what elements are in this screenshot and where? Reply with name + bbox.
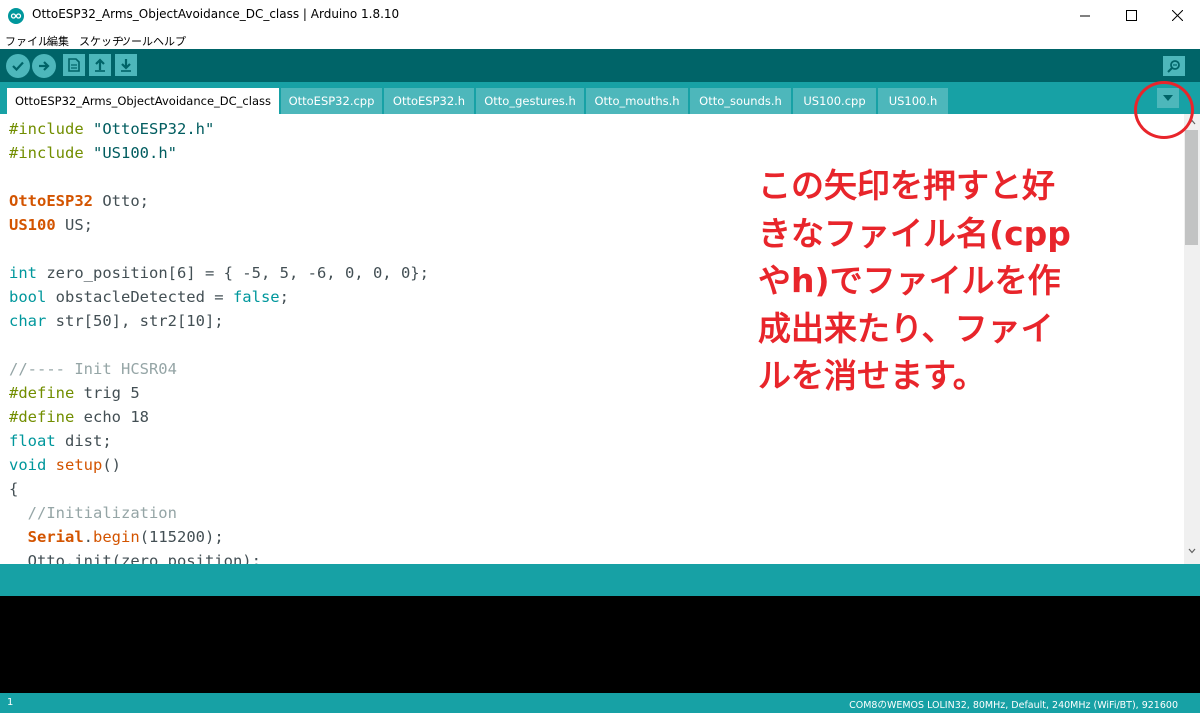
- console-output[interactable]: [0, 596, 1200, 693]
- tab-ottoesp32-h[interactable]: OttoESP32.h: [384, 88, 474, 114]
- save-icon: [121, 59, 131, 72]
- menu-help[interactable]: ヘルプ: [153, 33, 186, 49]
- chevron-down-icon: [1188, 548, 1196, 554]
- minimize-icon: [1079, 15, 1090, 17]
- status-footer: 1 COM8のWEMOS LOLIN32, 80MHz, Default, 24…: [0, 693, 1200, 713]
- code-line: int zero_position[6] = { -5, 5, -6, 0, 0…: [9, 264, 429, 282]
- tab-us100-h[interactable]: US100.h: [878, 88, 948, 114]
- open-icon: [95, 58, 105, 72]
- board-info: COM8のWEMOS LOLIN32, 80MHz, Default, 240M…: [849, 700, 1178, 711]
- code-line: bool obstacleDetected = false;: [9, 288, 289, 306]
- tab-otto-mouths-h[interactable]: Otto_mouths.h: [586, 88, 688, 114]
- tab-us100-cpp[interactable]: US100.cpp: [793, 88, 876, 114]
- annotation-line: この矢印を押すと好: [758, 166, 1055, 205]
- menu-tools[interactable]: ツール: [120, 33, 153, 49]
- open-button[interactable]: [89, 54, 111, 76]
- tab-otto-sounds-h[interactable]: Otto_sounds.h: [690, 88, 791, 114]
- code-line: #include "US100.h": [9, 144, 177, 162]
- annotation-line: やh)でファイルを作: [758, 261, 1061, 300]
- arduino-logo-icon: [8, 8, 24, 24]
- window-title: OttoESP32_Arms_ObjectAvoidance_DC_class …: [32, 7, 400, 21]
- menu-edit[interactable]: 編集: [47, 33, 69, 49]
- highlight-circle: [1134, 81, 1194, 139]
- menu-sketch[interactable]: スケッチ: [79, 33, 123, 49]
- code-line: //Initialization: [9, 504, 177, 522]
- new-icon: [68, 58, 80, 72]
- close-icon: [1171, 10, 1183, 21]
- code-line: #define echo 18: [9, 408, 149, 426]
- tab-bar: OttoESP32_Arms_ObjectAvoidance_DC_class …: [0, 82, 1200, 114]
- tab-ottoesp32-cpp[interactable]: OttoESP32.cpp: [281, 88, 382, 114]
- title-bar: OttoESP32_Arms_ObjectAvoidance_DC_class …: [0, 0, 1200, 31]
- close-button[interactable]: [1154, 0, 1200, 31]
- minimize-button[interactable]: [1062, 0, 1108, 31]
- code-line: //---- Init HCSR04: [9, 360, 177, 378]
- verify-button[interactable]: [6, 54, 30, 78]
- menu-bar: ファイル 編集 スケッチ ツール ヘルプ: [0, 31, 1200, 49]
- code-line: Otto.init(zero_position);: [9, 552, 261, 564]
- tab-otto-gestures-h[interactable]: Otto_gestures.h: [476, 88, 584, 114]
- upload-button[interactable]: [32, 54, 56, 78]
- upload-icon: [39, 61, 50, 71]
- annotation-line: 成出来たり、ファイ: [758, 308, 1054, 348]
- menu-file[interactable]: ファイル: [5, 33, 49, 49]
- code-line: void setup(): [9, 456, 122, 474]
- toolbar: [0, 49, 1200, 82]
- annotation-text: この矢印を押すと好 きなファイル名(cpp やh)でファイルを作 成出来たり、フ…: [758, 162, 1118, 400]
- annotation-line: きなファイル名(cpp: [758, 213, 1071, 253]
- status-area: [0, 564, 1200, 596]
- new-button[interactable]: [63, 54, 85, 76]
- scroll-down-button[interactable]: [1184, 544, 1200, 558]
- code-line: {: [9, 480, 19, 498]
- code-line: OttoESP32 Otto;: [9, 192, 149, 210]
- maximize-button[interactable]: [1108, 0, 1154, 31]
- maximize-icon: [1125, 10, 1137, 21]
- serial-monitor-icon: [1167, 60, 1180, 73]
- code-line: #include "OttoESP32.h": [9, 120, 215, 138]
- tab-main-sketch[interactable]: OttoESP32_Arms_ObjectAvoidance_DC_class: [7, 88, 279, 114]
- code-line: char str[50], str2[10];: [9, 312, 224, 330]
- code-line: US100 US;: [9, 216, 93, 234]
- verify-icon: [12, 61, 24, 72]
- code-line: #define trig 5: [9, 384, 140, 402]
- code-line: float dist;: [9, 432, 112, 450]
- line-number: 1: [7, 697, 14, 708]
- scroll-thumb[interactable]: [1185, 130, 1198, 245]
- serial-monitor-button[interactable]: [1163, 56, 1185, 76]
- save-button[interactable]: [115, 54, 137, 76]
- annotation-line: ルを消せます。: [758, 356, 986, 395]
- code-line: Serial.begin(115200);: [27, 528, 224, 546]
